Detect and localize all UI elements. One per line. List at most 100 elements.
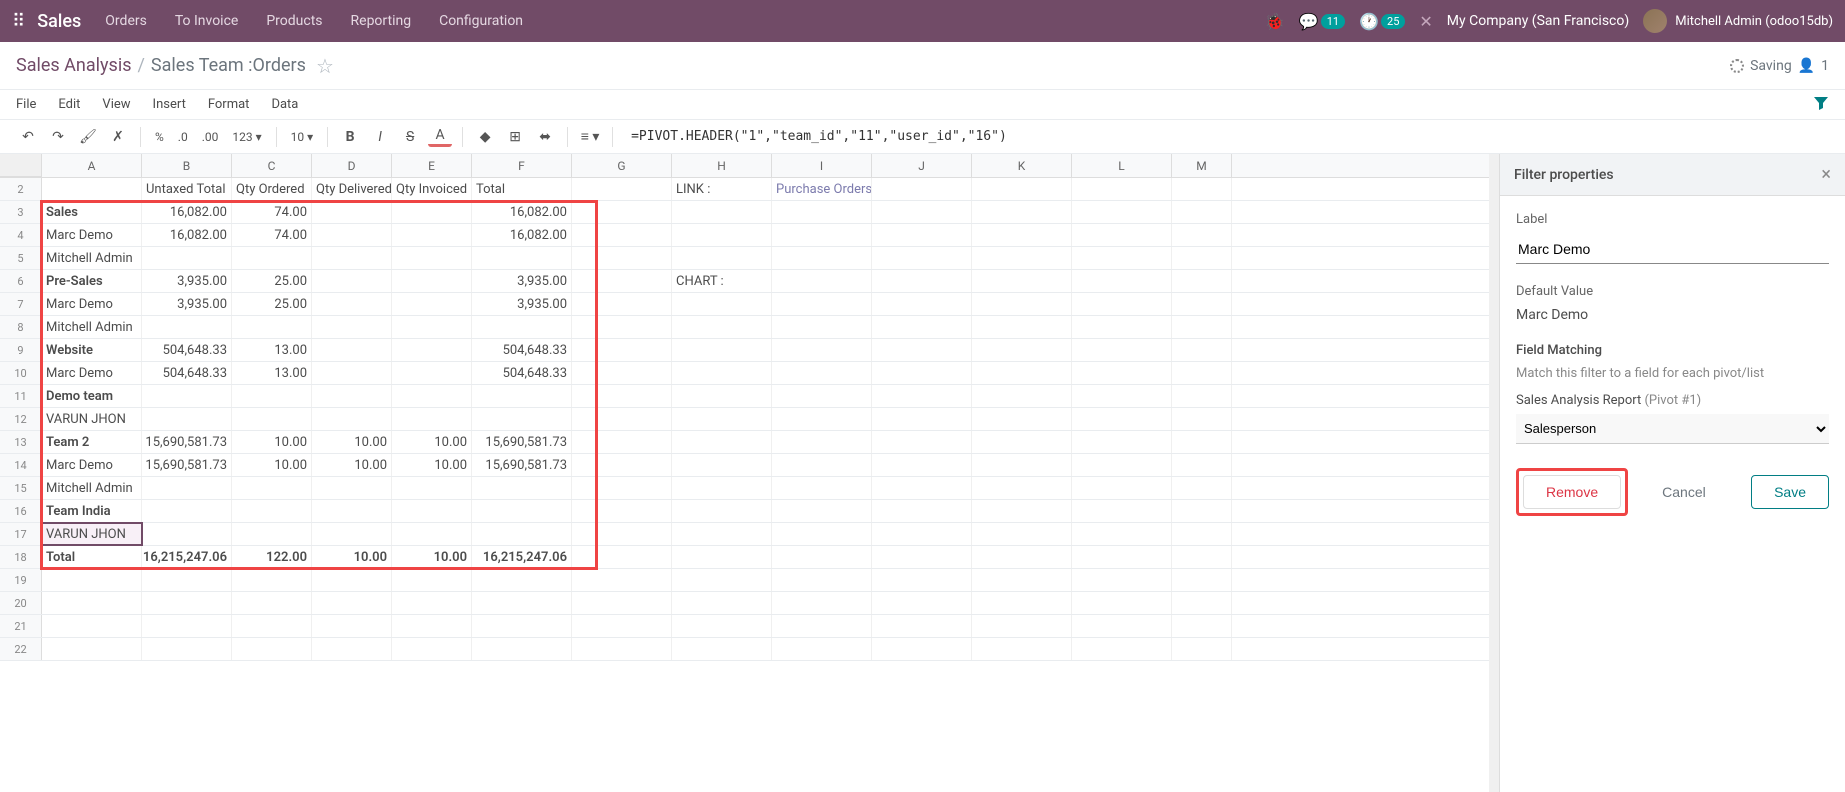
cell[interactable]: 10.00 [312, 431, 392, 453]
row-header[interactable]: 19 [0, 569, 42, 591]
cell[interactable] [392, 293, 472, 315]
cell[interactable] [572, 247, 672, 269]
cell[interactable] [772, 592, 872, 614]
cell[interactable] [972, 500, 1072, 522]
cell[interactable] [672, 592, 772, 614]
filter-panel-icon[interactable] [1813, 95, 1829, 115]
increase-decimal[interactable]: .00 [198, 130, 223, 144]
brand[interactable]: Sales [37, 11, 81, 32]
cell[interactable] [772, 247, 872, 269]
cell[interactable] [1072, 201, 1172, 223]
cell[interactable] [572, 477, 672, 499]
cell[interactable]: 74.00 [232, 201, 312, 223]
cell[interactable] [572, 408, 672, 430]
cell[interactable] [872, 523, 972, 545]
cell[interactable] [872, 454, 972, 476]
cell[interactable] [1072, 454, 1172, 476]
remove-button[interactable]: Remove [1523, 475, 1621, 509]
number-format[interactable]: 123 ▾ [228, 130, 265, 144]
strike-icon[interactable]: S [398, 125, 422, 149]
cell[interactable] [312, 201, 392, 223]
cell[interactable] [392, 201, 472, 223]
cell[interactable] [392, 500, 472, 522]
cell[interactable] [1172, 385, 1232, 407]
cell[interactable] [142, 638, 232, 660]
cell[interactable] [772, 224, 872, 246]
cell[interactable] [1172, 615, 1232, 637]
cell[interactable] [572, 638, 672, 660]
cell[interactable] [972, 201, 1072, 223]
cell[interactable] [142, 316, 232, 338]
cell[interactable] [472, 477, 572, 499]
cell[interactable] [142, 615, 232, 637]
cell[interactable] [972, 523, 1072, 545]
cell[interactable]: Marc Demo [42, 454, 142, 476]
cell[interactable] [972, 339, 1072, 361]
cell[interactable] [1072, 224, 1172, 246]
cell[interactable] [872, 638, 972, 660]
cell[interactable] [232, 569, 312, 591]
cell[interactable] [312, 638, 392, 660]
row-header[interactable]: 14 [0, 454, 42, 476]
cell[interactable] [872, 500, 972, 522]
cell[interactable] [772, 615, 872, 637]
cell[interactable] [232, 638, 312, 660]
merge-icon[interactable]: ⬌ [533, 125, 557, 149]
nav-orders[interactable]: Orders [105, 13, 147, 29]
cell[interactable] [1172, 316, 1232, 338]
borders-icon[interactable]: ⊞ [503, 125, 527, 149]
row-header[interactable]: 22 [0, 638, 42, 660]
cell[interactable] [972, 385, 1072, 407]
cell[interactable] [1172, 408, 1232, 430]
col-header[interactable]: C [232, 154, 312, 177]
cell[interactable] [872, 293, 972, 315]
cell[interactable] [972, 224, 1072, 246]
cell[interactable] [392, 569, 472, 591]
cell[interactable]: 15,690,581.73 [142, 431, 232, 453]
col-header[interactable]: H [672, 154, 772, 177]
cell[interactable]: VARUN JHON [42, 523, 142, 545]
cell[interactable] [872, 201, 972, 223]
cell[interactable] [312, 385, 392, 407]
cell[interactable]: 16,082.00 [472, 224, 572, 246]
cell[interactable] [1072, 362, 1172, 384]
cell[interactable] [672, 293, 772, 315]
cell[interactable] [312, 270, 392, 292]
cell[interactable] [772, 339, 872, 361]
cell[interactable] [392, 270, 472, 292]
undo-icon[interactable]: ↶ [16, 125, 40, 149]
cell[interactable] [1072, 615, 1172, 637]
cell[interactable] [972, 592, 1072, 614]
default-value[interactable]: Marc Demo [1516, 307, 1829, 323]
cell[interactable]: Qty Ordered [232, 178, 312, 200]
nav-to-invoice[interactable]: To Invoice [175, 13, 239, 29]
cell[interactable] [472, 408, 572, 430]
cell[interactable] [772, 408, 872, 430]
cell[interactable] [572, 316, 672, 338]
cell[interactable]: 16,082.00 [142, 201, 232, 223]
row-header[interactable]: 16 [0, 500, 42, 522]
cell[interactable] [392, 523, 472, 545]
spreadsheet-grid[interactable]: ABCDEFGHIJKLM 2Untaxed TotalQty OrderedQ… [0, 154, 1489, 792]
cell[interactable] [972, 178, 1072, 200]
cell[interactable]: 15,690,581.73 [472, 431, 572, 453]
cell[interactable]: Untaxed Total [142, 178, 232, 200]
cell[interactable] [1172, 339, 1232, 361]
company-name[interactable]: My Company (San Francisco) [1447, 13, 1629, 29]
cell[interactable]: Mitchell Admin [42, 316, 142, 338]
cell[interactable] [772, 569, 872, 591]
paint-format-icon[interactable]: 🖌 [76, 125, 100, 149]
cell[interactable] [772, 316, 872, 338]
cell[interactable] [872, 316, 972, 338]
cell[interactable] [572, 362, 672, 384]
cell[interactable] [672, 546, 772, 568]
cell[interactable]: 10.00 [312, 454, 392, 476]
cell[interactable] [772, 270, 872, 292]
cell[interactable] [392, 408, 472, 430]
cell[interactable]: 10.00 [232, 454, 312, 476]
cell[interactable] [232, 477, 312, 499]
row-header[interactable]: 8 [0, 316, 42, 338]
nav-configuration[interactable]: Configuration [439, 13, 523, 29]
cell[interactable] [392, 224, 472, 246]
cell[interactable] [1072, 477, 1172, 499]
